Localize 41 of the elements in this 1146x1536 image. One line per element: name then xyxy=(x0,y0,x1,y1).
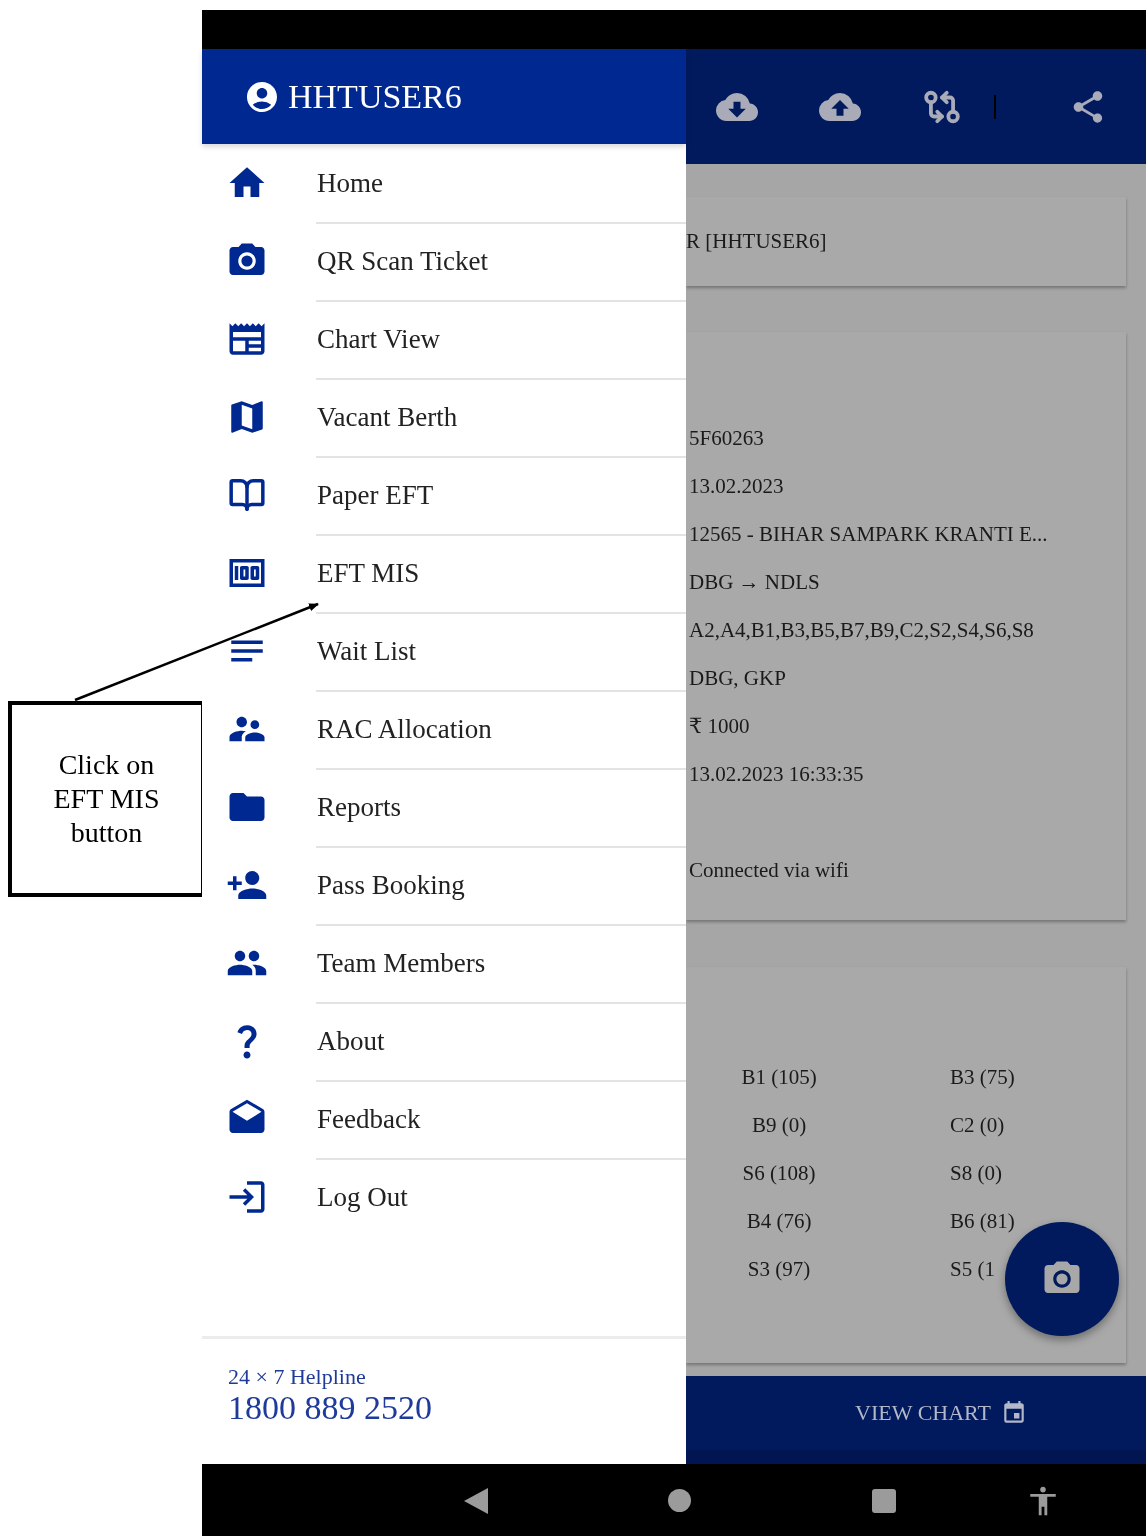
menu-item[interactable]: Team Members xyxy=(317,947,486,979)
coach-count: S8 (0) xyxy=(950,1161,1002,1186)
menu-item[interactable]: QR Scan Ticket xyxy=(317,245,489,277)
coach-count: B6 (81) xyxy=(950,1209,1015,1234)
view-chart-button[interactable]: VIEW CHART xyxy=(686,1376,1146,1450)
helpline-number[interactable]: 1800 889 2520 xyxy=(228,1389,686,1427)
detail-value: A2,A4,B1,B3,B5,B7,B9,C2,S2,S4,S6,S8 xyxy=(689,618,1035,643)
detail-value: 13.02.2023 16:33:35 xyxy=(689,762,865,787)
open-book-icon xyxy=(228,476,266,514)
home-circle-icon[interactable] xyxy=(668,1489,691,1512)
detail-value: 5F60263 xyxy=(689,426,765,451)
user-text: R [HHTUSER6] xyxy=(686,229,827,254)
coach-count: C2 (0) xyxy=(950,1113,1005,1138)
menu-item[interactable]: Paper EFT xyxy=(317,479,434,511)
menu-item[interactable]: About xyxy=(317,1025,385,1057)
coach-count: B3 (75) xyxy=(950,1065,1015,1090)
menu-item[interactable]: Log Out xyxy=(317,1181,408,1213)
menu-item[interactable]: Wait List xyxy=(317,635,417,667)
back-icon[interactable] xyxy=(464,1488,488,1514)
detail-value: DBG, GKP xyxy=(689,666,787,691)
coach-count: S3 (97) xyxy=(747,1257,811,1282)
menu-item[interactable]: Reports xyxy=(317,791,401,823)
menu-item[interactable]: Pass Booking xyxy=(317,869,465,901)
menu-item[interactable]: EFT MIS xyxy=(317,557,420,589)
connection-status: Connected via wifi xyxy=(689,858,850,883)
coach-count: S5 (1 xyxy=(950,1257,995,1282)
user-name: HHTUSER6 xyxy=(288,77,462,116)
coach-count: B4 (76) xyxy=(746,1209,812,1234)
detail-value: 12565 - BIHAR SAMPARK KRANTI E... xyxy=(689,522,1049,547)
coach-count: B9 (0) xyxy=(751,1113,807,1138)
helpline-label: 24 × 7 Helpline xyxy=(228,1365,367,1389)
menu-item[interactable]: Vacant Berth xyxy=(317,401,458,433)
menu-item[interactable]: Home xyxy=(317,167,383,199)
detail-value: DBG → NDLS xyxy=(689,570,821,595)
menu-item[interactable]: Feedback xyxy=(317,1103,421,1135)
detail-value: 13.02.2023 xyxy=(689,474,785,499)
menu-item[interactable]: RAC Allocation xyxy=(317,713,492,745)
detail-value: ₹ 1000 xyxy=(689,714,751,739)
coach-count: B1 (105) xyxy=(741,1065,817,1090)
coach-count: S6 (108) xyxy=(742,1161,816,1186)
menu-item[interactable]: Chart View xyxy=(317,323,441,355)
